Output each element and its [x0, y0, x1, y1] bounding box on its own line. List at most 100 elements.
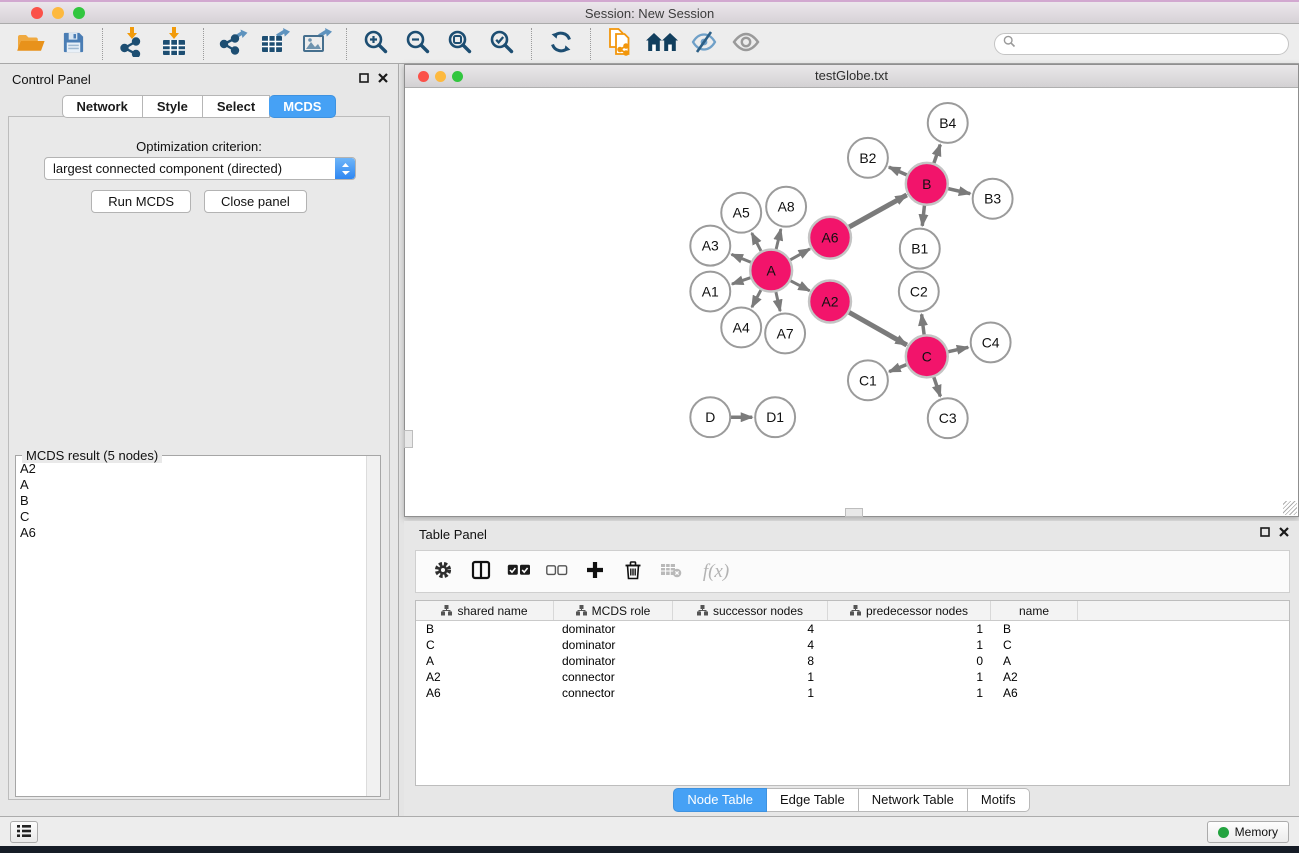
home-button[interactable] [641, 26, 683, 62]
network-minimize-button[interactable] [435, 71, 446, 82]
network-close-button[interactable] [418, 71, 429, 82]
node-B3[interactable]: B3 [973, 179, 1013, 219]
close-panel-button-mcds[interactable]: Close panel [204, 190, 307, 213]
result-item[interactable]: A2 [20, 461, 365, 477]
table-cell[interactable]: A6 [416, 686, 554, 700]
node-A5[interactable]: A5 [721, 193, 761, 233]
optimization-criterion-dropdown[interactable]: largest connected component (directed) [44, 157, 356, 180]
delete-columns-button[interactable] [614, 553, 652, 591]
tab-style[interactable]: Style [143, 95, 203, 118]
column-header-predecessor-nodes[interactable]: predecessor nodes [828, 601, 991, 620]
node-A4[interactable]: A4 [721, 307, 761, 347]
table-cell[interactable]: 1 [828, 622, 991, 636]
zoom-out-button[interactable] [397, 26, 439, 62]
tab-motifs[interactable]: Motifs [968, 788, 1030, 812]
node-A3[interactable]: A3 [690, 226, 730, 266]
network-canvas[interactable]: AA1A2A3A4A5A6A7A8BB1B2B3B4CC1C2C3C4DD1 [405, 88, 1298, 516]
node-C4[interactable]: C4 [971, 322, 1011, 362]
node-A2[interactable]: A2 [809, 281, 851, 323]
table-cell[interactable]: 1 [673, 670, 828, 684]
edge-A6-B[interactable] [846, 195, 907, 229]
splitpane-grip-left[interactable] [404, 430, 413, 448]
zoom-in-button[interactable] [355, 26, 397, 62]
table-cell[interactable]: 1 [828, 686, 991, 700]
memory-button[interactable]: Memory [1207, 821, 1289, 843]
table-cell[interactable]: 4 [673, 622, 828, 636]
table-cell[interactable]: C [416, 638, 554, 652]
result-item[interactable]: B [20, 493, 365, 509]
node-A7[interactable]: A7 [765, 313, 805, 353]
table-cell[interactable]: 0 [828, 654, 991, 668]
zoom-fit-button[interactable] [439, 26, 481, 62]
table-settings-button[interactable] [424, 553, 462, 591]
table-row[interactable]: Cdominator41C [416, 637, 1289, 653]
splitpane-grip-bottom[interactable] [845, 508, 863, 517]
table-cell[interactable]: 1 [828, 670, 991, 684]
tab-node-table[interactable]: Node Table [673, 788, 767, 812]
table-cell[interactable]: dominator [554, 622, 673, 636]
table-cell[interactable]: A6 [991, 686, 1078, 700]
table-cell[interactable]: connector [554, 670, 673, 684]
new-network-from-selection-button[interactable] [599, 26, 641, 62]
column-header-MCDS-role[interactable]: MCDS role [554, 601, 673, 620]
close-table-panel-button[interactable] [1279, 527, 1289, 537]
table-row[interactable]: Adominator80A [416, 653, 1289, 669]
table-cell[interactable]: A2 [991, 670, 1078, 684]
node-A[interactable]: A [750, 250, 792, 292]
table-cell[interactable]: 8 [673, 654, 828, 668]
table-cell[interactable]: C [991, 638, 1078, 652]
node-C2[interactable]: C2 [899, 272, 939, 312]
node-A6[interactable]: A6 [809, 217, 851, 259]
tab-mcds[interactable]: MCDS [269, 95, 336, 118]
table-cell[interactable]: 1 [828, 638, 991, 652]
node-A8[interactable]: A8 [766, 187, 806, 227]
import-table-button[interactable] [153, 26, 195, 62]
table-cell[interactable]: dominator [554, 654, 673, 668]
result-item[interactable]: C [20, 509, 365, 525]
result-item[interactable]: A [20, 477, 365, 493]
show-graphics-details-button[interactable] [725, 26, 767, 62]
table-cell[interactable]: A [416, 654, 554, 668]
export-table-button[interactable] [254, 26, 296, 62]
node-B4[interactable]: B4 [928, 103, 968, 143]
network-zoom-button[interactable] [452, 71, 463, 82]
open-session-button[interactable] [10, 26, 52, 62]
node-B[interactable]: B [906, 163, 948, 205]
mcds-result-list[interactable]: A2ABCA6 [20, 461, 365, 796]
table-cell[interactable]: 4 [673, 638, 828, 652]
node-D1[interactable]: D1 [755, 397, 795, 437]
node-C3[interactable]: C3 [928, 398, 968, 438]
tab-network[interactable]: Network [62, 95, 143, 118]
zoom-selected-button[interactable] [481, 26, 523, 62]
save-session-button[interactable] [52, 26, 94, 62]
result-item[interactable]: A6 [20, 525, 365, 541]
tab-network-table[interactable]: Network Table [859, 788, 968, 812]
table-cell[interactable]: dominator [554, 638, 673, 652]
float-panel-button[interactable] [359, 73, 369, 83]
export-image-button[interactable] [296, 26, 338, 62]
tab-select[interactable]: Select [203, 95, 270, 118]
node-D[interactable]: D [690, 397, 730, 437]
import-network-button[interactable] [111, 26, 153, 62]
delete-table-button[interactable] [652, 553, 690, 591]
export-network-button[interactable] [212, 26, 254, 62]
hide-selected-button[interactable] [683, 26, 725, 62]
node-B2[interactable]: B2 [848, 138, 888, 178]
float-table-panel-button[interactable] [1260, 527, 1270, 537]
show-panels-button[interactable] [10, 821, 38, 843]
tab-edge-table[interactable]: Edge Table [767, 788, 859, 812]
column-header-shared-name[interactable]: shared name [416, 601, 554, 620]
node-C[interactable]: C [906, 335, 948, 377]
table-row[interactable]: Bdominator41B [416, 621, 1289, 637]
run-mcds-button[interactable]: Run MCDS [91, 190, 191, 213]
function-builder-button[interactable]: f(x) [690, 553, 742, 591]
table-cell[interactable]: A [991, 654, 1078, 668]
table-cell[interactable]: A2 [416, 670, 554, 684]
result-scrollbar[interactable] [366, 456, 380, 796]
table-cell[interactable]: B [991, 622, 1078, 636]
window-resize-grip[interactable] [1283, 501, 1297, 515]
column-header-successor-nodes[interactable]: successor nodes [673, 601, 828, 620]
node-A1[interactable]: A1 [690, 272, 730, 312]
deselect-all-columns-button[interactable] [538, 553, 576, 591]
column-header-name[interactable]: name [991, 601, 1078, 620]
